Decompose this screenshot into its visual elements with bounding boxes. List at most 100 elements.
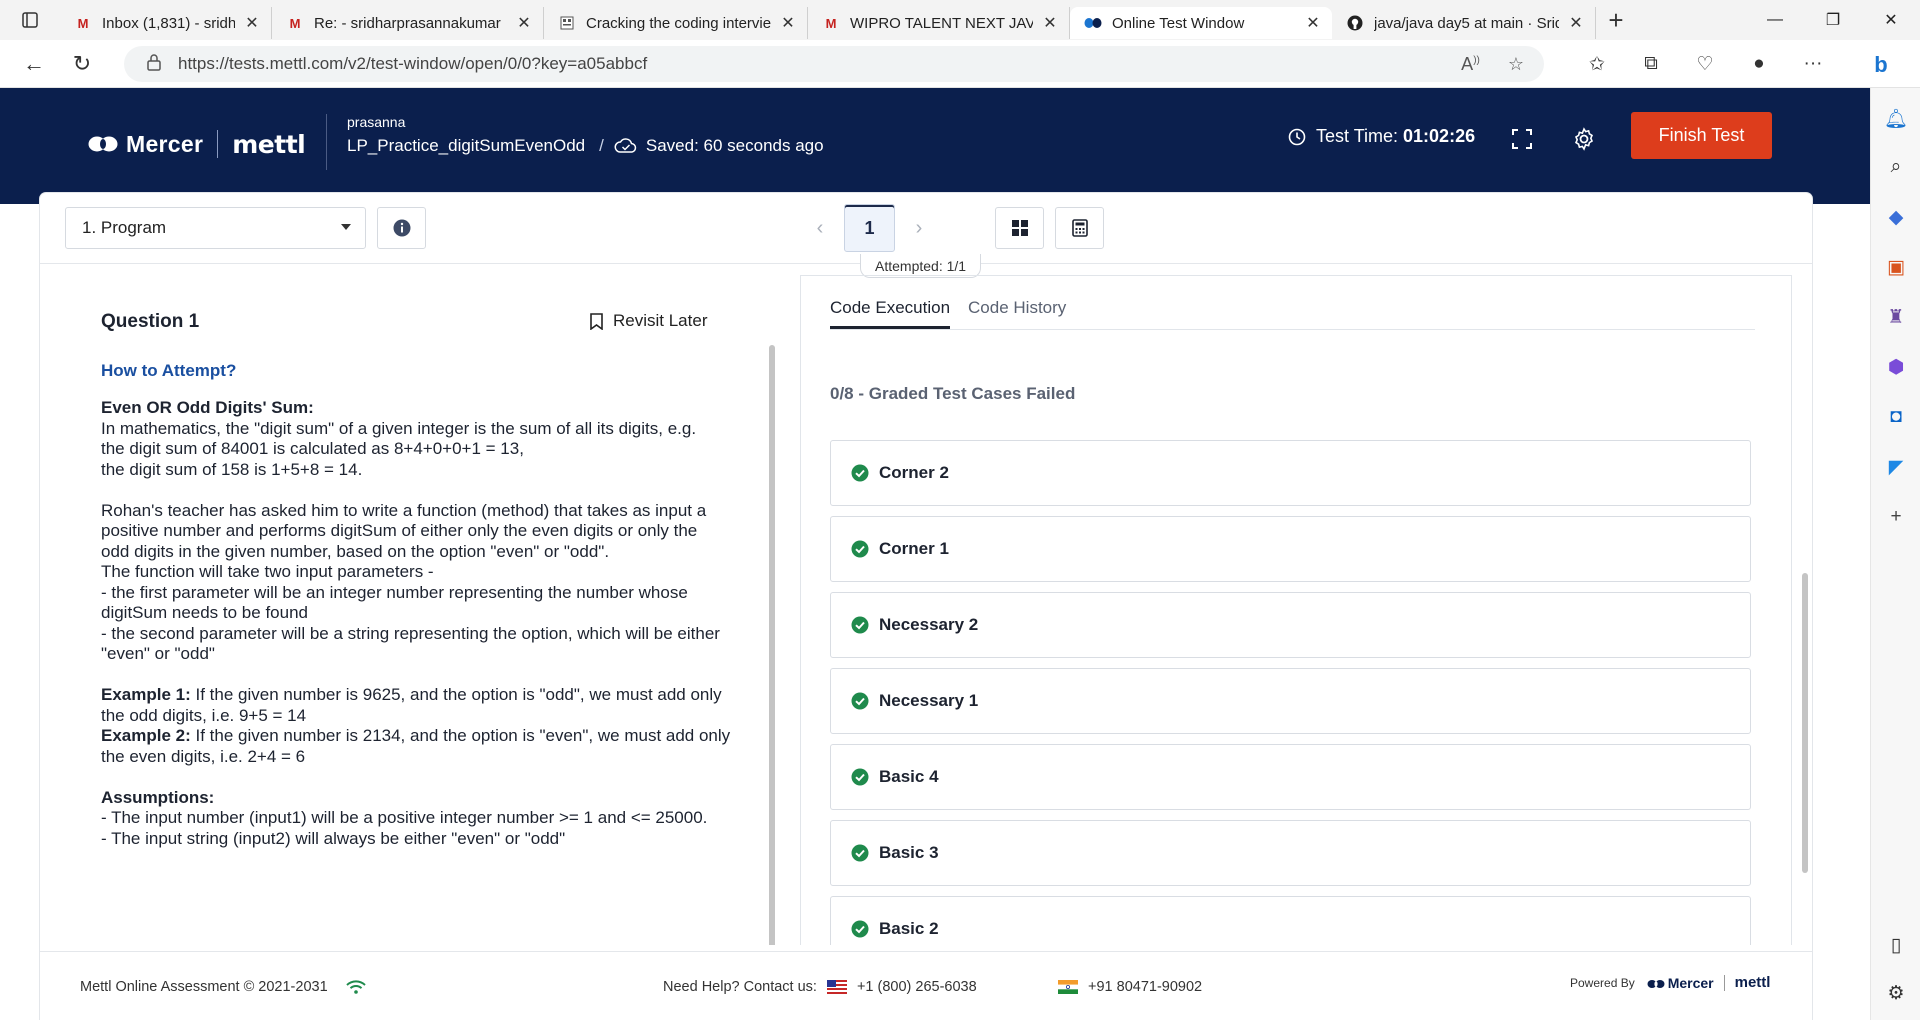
test-timer: Test Time: 01:02:26 xyxy=(1288,126,1475,147)
close-window-icon[interactable]: ✕ xyxy=(1862,0,1920,40)
question-number-button[interactable]: 1 xyxy=(844,204,895,252)
tools-icon[interactable]: ▣ xyxy=(1881,252,1911,282)
check-circle-icon xyxy=(851,768,869,786)
close-icon[interactable]: ✕ xyxy=(1304,13,1322,33)
close-icon[interactable]: ✕ xyxy=(243,13,261,33)
browser-tab[interactable]: java/java day5 at main · Sridhar ✕ xyxy=(1332,7,1596,39)
favorite-star-icon[interactable]: ☆ xyxy=(1508,54,1524,75)
github-icon xyxy=(1346,14,1364,32)
close-icon[interactable]: ✕ xyxy=(779,13,797,33)
gmail-icon: M xyxy=(77,15,89,31)
cloud-saved-icon xyxy=(614,138,638,154)
info-icon xyxy=(393,219,410,237)
restore-icon[interactable]: ❐ xyxy=(1804,0,1862,40)
notifications-icon[interactable]: 🔔︎ xyxy=(1881,104,1911,134)
powered-by: Powered By Mercer mettl xyxy=(1570,974,1771,991)
code-execution-pane: Code Execution Code History 0/8 - Graded… xyxy=(800,275,1792,945)
india-phone[interactable]: +91 80471-90902 xyxy=(1088,979,1202,995)
check-circle-icon xyxy=(851,920,869,938)
next-question-button[interactable]: › xyxy=(905,217,933,240)
search-icon[interactable]: ⌕ xyxy=(1881,152,1911,182)
grid-icon xyxy=(1011,220,1028,236)
test-title: LP_Practice_digitSumEvenOdd / Saved: 60 … xyxy=(347,136,824,155)
shopping-tag-icon[interactable]: ◆ xyxy=(1881,202,1911,232)
microsoft-365-icon[interactable]: ⬢ xyxy=(1881,352,1911,382)
browser-address-bar: ← ↻ https://tests.mettl.com/v2/test-wind… xyxy=(0,40,1920,88)
test-case-item[interactable]: Corner 1 xyxy=(830,516,1751,582)
browser-toolbar-icons: ✩ ⧉ ♡ ● ··· xyxy=(1582,46,1828,82)
close-icon[interactable]: ✕ xyxy=(1567,13,1585,33)
new-tab-button[interactable]: + xyxy=(1596,0,1636,40)
question-text: Even OR Odd Digits' Sum: In mathematics,… xyxy=(101,398,731,848)
test-case-item[interactable]: Basic 2 xyxy=(830,896,1751,945)
window-controls: — ❐ ✕ xyxy=(1746,0,1920,40)
url-bar[interactable]: https://tests.mettl.com/v2/test-window/o… xyxy=(124,46,1544,82)
revisit-later-button[interactable]: Revisit Later xyxy=(590,311,707,331)
plus-icon: + xyxy=(1608,4,1624,35)
finish-test-button[interactable]: Finish Test xyxy=(1631,112,1772,159)
footer-help: Need Help? Contact us: +1 (800) 265-6038 xyxy=(663,979,977,995)
minimize-icon[interactable]: — xyxy=(1746,0,1804,40)
browser-tab[interactable]: M Re: - sridharprasannakumar ✕ xyxy=(272,7,544,39)
browser-tab-active[interactable]: Online Test Window ✕ xyxy=(1070,7,1332,39)
test-case-item[interactable]: Necessary 1 xyxy=(830,668,1751,734)
us-flag-icon xyxy=(826,980,847,994)
wifi-connected-icon xyxy=(345,980,366,994)
browser-essentials-icon[interactable]: ♡ xyxy=(1690,53,1720,76)
fullscreen-icon[interactable] xyxy=(1507,124,1537,154)
back-arrow-icon: ← xyxy=(23,50,45,76)
how-to-attempt-link[interactable]: How to Attempt? xyxy=(101,361,236,381)
sidebar-settings-icon[interactable]: ⚙ xyxy=(1881,978,1911,1008)
execution-tabs: Code Execution Code History xyxy=(830,298,1755,330)
calculator-icon xyxy=(1071,219,1088,237)
bing-copilot-icon[interactable]: b xyxy=(1860,44,1902,86)
settings-gear-icon[interactable] xyxy=(1569,124,1599,154)
prev-question-button[interactable]: ‹ xyxy=(806,217,834,240)
footer-india-phone: +91 80471-90902 xyxy=(1058,979,1202,995)
execution-scrollbar[interactable] xyxy=(1802,573,1808,873)
question-pager: ‹ 1 › xyxy=(806,203,933,253)
browser-tab[interactable]: M Inbox (1,831) - sridharprasannakumar ✕ xyxy=(60,7,272,39)
games-icon[interactable]: ♜ xyxy=(1881,302,1911,332)
back-button[interactable]: ← xyxy=(14,44,54,84)
sidebar-toggle-icon[interactable]: ▯ xyxy=(1881,930,1911,960)
outlook-icon[interactable]: ◘ xyxy=(1881,402,1911,432)
question-toolbar: 1. Program ‹ 1 › Attempted: 1/1 xyxy=(40,193,1812,278)
edge-sidebar: 🔔︎ ⌕ ◆ ▣ ♜ ⬢ ◘ ◤ + ▯ ⚙ xyxy=(1870,88,1920,1020)
test-case-item[interactable]: Basic 4 xyxy=(830,744,1751,810)
test-case-item[interactable]: Basic 3 xyxy=(830,820,1751,886)
question-grid-button[interactable] xyxy=(995,207,1044,249)
browser-tab-bar: M Inbox (1,831) - sridharprasannakumar ✕… xyxy=(0,0,1920,40)
tab-code-history[interactable]: Code History xyxy=(968,298,1066,329)
info-button[interactable] xyxy=(377,207,426,249)
question-title: Question 1 xyxy=(101,311,200,332)
mercer-footer-logo: Mercer xyxy=(1647,975,1714,991)
tab-actions-button[interactable] xyxy=(0,0,60,40)
tab-code-execution[interactable]: Code Execution xyxy=(830,298,951,329)
add-sidebar-app-icon[interactable]: + xyxy=(1881,502,1911,532)
gmail-icon: M xyxy=(289,15,301,31)
browser-tab[interactable]: M WIPRO TALENT NEXT JAVA ✕ xyxy=(808,7,1070,39)
check-circle-icon xyxy=(851,692,869,710)
collections-icon[interactable]: ⧉ xyxy=(1636,53,1666,75)
more-options-icon[interactable]: ··· xyxy=(1798,53,1828,75)
profile-icon[interactable]: ● xyxy=(1744,53,1774,75)
drop-icon[interactable]: ◤ xyxy=(1881,452,1911,482)
candidate-name: prasanna xyxy=(347,114,406,130)
test-case-item[interactable]: Corner 2 xyxy=(830,440,1751,506)
refresh-button[interactable]: ↻ xyxy=(62,44,102,84)
close-icon[interactable]: ✕ xyxy=(1041,13,1059,33)
calculator-button[interactable] xyxy=(1055,207,1104,249)
mercer-mettl-logo: Mercer mettl xyxy=(88,124,306,164)
question-scrollbar[interactable] xyxy=(769,345,775,945)
us-phone[interactable]: +1 (800) 265-6038 xyxy=(857,979,977,995)
section-select[interactable]: 1. Program xyxy=(65,207,366,249)
browser-tab[interactable]: Cracking the coding interview ✕ xyxy=(544,7,808,39)
saved-status: Saved: 60 seconds ago xyxy=(645,136,824,155)
close-icon[interactable]: ✕ xyxy=(515,13,533,33)
favorites-icon[interactable]: ✩ xyxy=(1582,53,1612,76)
test-header: Mercer mettl prasanna LP_Practice_digitS… xyxy=(0,88,1870,204)
refresh-icon: ↻ xyxy=(72,50,92,76)
test-case-item[interactable]: Necessary 2 xyxy=(830,592,1751,658)
read-aloud-icon[interactable]: A)) xyxy=(1461,54,1480,75)
